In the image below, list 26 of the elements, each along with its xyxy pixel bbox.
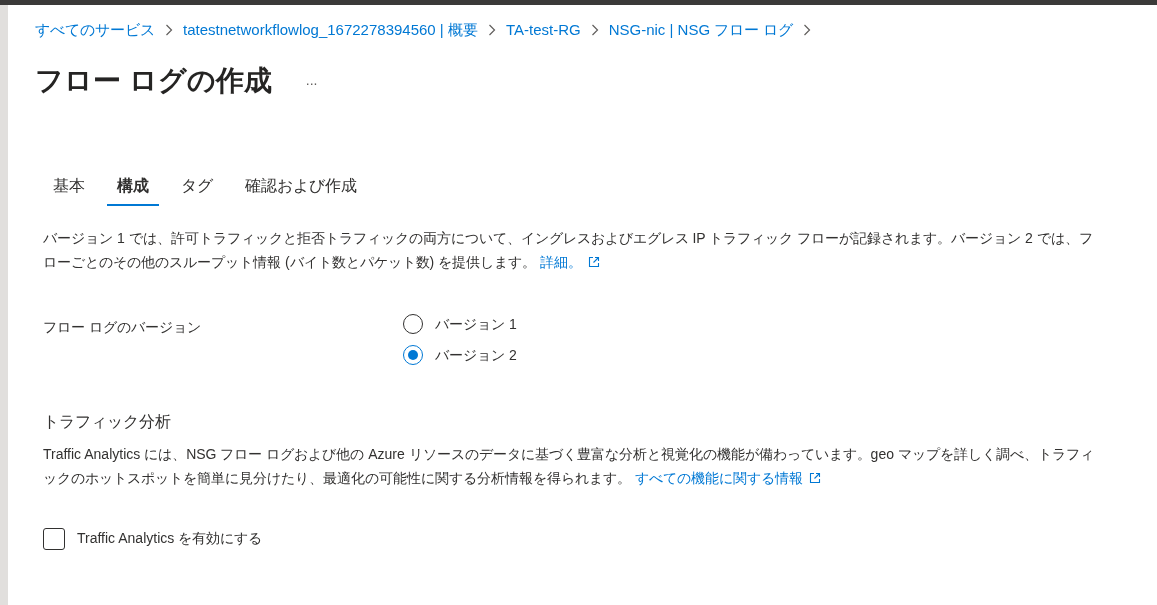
info-link[interactable]: 詳細。	[540, 253, 600, 270]
tab[interactable]: 確認および作成	[235, 173, 367, 206]
chevron-right-icon	[803, 24, 812, 37]
chevron-right-icon	[165, 24, 173, 37]
external-link-icon	[588, 255, 600, 268]
page-title: フロー ログの作成	[35, 63, 272, 98]
chevron-right-icon	[487, 24, 496, 37]
info-link[interactable]: すべての機能に関する情報	[634, 469, 821, 486]
description-text: バージョン 1 では、許可トラフィックと拒否トラフィックの両方について、イングレスおよびエグレス IP トラフィック フローが記録されます。バージョン 2 では、フローごとのその他のスループット情報 (バイト数とパケット数) を提供します。 詳細。	[43, 228, 1094, 272]
radio-label[interactable]: バージョン 1	[435, 313, 517, 335]
tab[interactable]: 構成	[107, 173, 159, 206]
field-label: フロー ログのバージョン	[43, 317, 202, 337]
traffic-analytics-text: Traffic Analytics には、NSG フロー ログおよび他の Azure リソースのデータに基づく豊富な分析と視覚化の機能が備わっています。geo マップを詳しく調べ、トラフィックのホットスポットを簡単に見分けたり、最適化の可能性に関する分析情報を得られます。 すべての機能に関する情報	[43, 444, 1095, 488]
tab[interactable]: タグ	[171, 173, 223, 206]
section-heading: トラフィック分析	[43, 411, 172, 432]
tab[interactable]: 基本	[43, 173, 95, 206]
breadcrumb-link[interactable]: すべてのサービス	[35, 19, 155, 42]
breadcrumb-link[interactable]: tatestnetworkflowlog_1672278394560 | 概要	[183, 19, 478, 42]
external-link-icon	[808, 471, 821, 484]
checkbox-label[interactable]: Traffic Analytics を有効にする	[77, 528, 263, 549]
chevron-right-icon	[590, 24, 599, 37]
checkbox[interactable]	[43, 527, 65, 550]
radio-label[interactable]: バージョン 2	[435, 344, 517, 366]
breadcrumb-link[interactable]: TA-test-RG	[505, 19, 581, 42]
more-button[interactable]: ...	[301, 70, 322, 91]
breadcrumb-link[interactable]: NSG-nic | NSG フロー ログ	[608, 19, 794, 42]
